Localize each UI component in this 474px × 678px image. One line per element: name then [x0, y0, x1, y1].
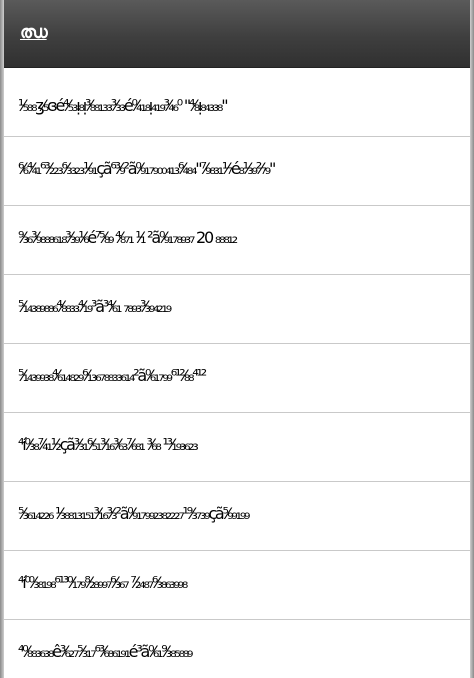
list-item[interactable]: ⁴í⁰⁄₃₈⁷⁄₄₁¹⁄₂çã³⁄₃₁⁶⁄₅₁³⁄₁₆³⁄₆₃⁷⁄₆₈₁ ³⁄₆…: [4, 413, 470, 482]
list-item-text: ⁵⁄₁₄₃₉₉₃₈⁴⁄₆₁₄₈₂₉⁶⁄₁₃₆₇₈₈₃₃₆₁₄²ã⁰⁄₆₁₇₉₉⁶…: [18, 366, 207, 385]
app-title[interactable]: ഝ: [20, 22, 48, 43]
list-item-text: ¹⁄₅₈₈ʒ⁄₅ɞé⁴⁄₅₃ᴉ₈ᴉ³⁄₈₈₁₃₃³⁄₃₃é⁰⁄₄₁₈ᴉ₄₁₉³⁄…: [18, 96, 229, 115]
list-item-text: ⁹⁄₃₆³⁄₉₈₈₈₆₁₈³⁄₃₉¹⁄₆é⁷⁵⁄₈₉ ⁴⁄₈₇₁ ¹⁄₁ ²ã⁰…: [18, 228, 238, 247]
app-window: ഝ ¹⁄₅₈₈ʒ⁄₅ɞé⁴⁄₅₃ᴉ₈ᴉ³⁄₈₈₁₃₃³⁄₃₃é⁰⁄₄₁₈ᴉ₄₁₉…: [0, 0, 474, 678]
list-item-text: ⁵⁄₁₄₃₈₉₈₈₆⁴⁄₈₈₃₃⁴⁄₁₉³ã³⁴⁄₆₁ ₇₈₉₃³⁄₃₉₄₂₁₉: [18, 297, 172, 316]
list-item[interactable]: ⁴⁰⁄₈₈₃₆₃₈ê³⁄₆₂₇⁵⁄₃₁₇⁶³⁄₆₈₆₁₉₁é³ã⁰⁄₆₁⁹⁄₃₈…: [4, 620, 470, 678]
list-item-text: ⁴í⁰⁄₃₈⁷⁄₄₁¹⁄₂çã³⁄₃₁⁶⁄₅₁³⁄₁₆³⁄₆₃⁷⁄₆₈₁ ³⁄₆…: [18, 435, 199, 454]
list-item[interactable]: ⁵⁄₁₄₃₉₉₃₈⁴⁄₆₁₄₈₂₉⁶⁄₁₃₆₇₈₈₃₃₆₁₄²ã⁰⁄₆₁₇₉₉⁶…: [4, 344, 470, 413]
title-bar: ഝ: [0, 0, 474, 68]
list-item[interactable]: ⁶⁄₆⁴⁄₄₁⁶³⁄₂₂₃⁶⁄₃₃₂₃¹⁄₉₁çã⁶³⁄₉²ã⁰⁄₉₁₇₉₀₀₄…: [4, 137, 470, 206]
window-border-right: [470, 0, 474, 678]
list-item[interactable]: ⁵⁄₃₆₁₄₂₂₆ ¹⁄₃₈₈₁₃₁₅₁³⁄₁₆³⁄₃²ã⁰⁄₉₁₇₉₉₂₃₈₂…: [4, 482, 470, 551]
list-item-text: ⁴í⁰⁰⁄₃₈₁₉₈⁶¹³⁰⁄₁₇₉⁸⁄₂₈₉₉₇⁶⁄₃₆₇ ⁷⁄₂₄₈₇⁶⁄₃…: [18, 573, 188, 592]
list-item-text: ⁴⁰⁄₈₈₃₆₃₈ê³⁄₆₂₇⁵⁄₃₁₇⁶³⁄₆₈₆₁₉₁é³ã⁰⁄₆₁⁹⁄₃₈…: [18, 642, 193, 661]
list-item[interactable]: ⁵⁄₁₄₃₈₉₈₈₆⁴⁄₈₈₃₃⁴⁄₁₉³ã³⁴⁄₆₁ ₇₈₉₃³⁄₃₉₄₂₁₉: [4, 275, 470, 344]
window-border-left: [0, 0, 4, 678]
item-list: ¹⁄₅₈₈ʒ⁄₅ɞé⁴⁄₅₃ᴉ₈ᴉ³⁄₈₈₁₃₃³⁄₃₃é⁰⁄₄₁₈ᴉ₄₁₉³⁄…: [4, 68, 470, 678]
list-item[interactable]: ¹⁄₅₈₈ʒ⁄₅ɞé⁴⁄₅₃ᴉ₈ᴉ³⁄₈₈₁₃₃³⁄₃₃é⁰⁄₄₁₈ᴉ₄₁₉³⁄…: [4, 68, 470, 137]
list-item[interactable]: ⁴í⁰⁰⁄₃₈₁₉₈⁶¹³⁰⁄₁₇₉⁸⁄₂₈₉₉₇⁶⁄₃₆₇ ⁷⁄₂₄₈₇⁶⁄₃…: [4, 551, 470, 620]
list-item[interactable]: ⁹⁄₃₆³⁄₉₈₈₈₆₁₈³⁄₃₉¹⁄₆é⁷⁵⁄₈₉ ⁴⁄₈₇₁ ¹⁄₁ ²ã⁰…: [4, 206, 470, 275]
list-item-text: ⁵⁄₃₆₁₄₂₂₆ ¹⁄₃₈₈₁₃₁₅₁³⁄₁₆³⁄₃²ã⁰⁄₉₁₇₉₉₂₃₈₂…: [18, 504, 250, 523]
list-item-text: ⁶⁄₆⁴⁄₄₁⁶³⁄₂₂₃⁶⁄₃₃₂₃¹⁄₉₁çã⁶³⁄₉²ã⁰⁄₉₁₇₉₀₀₄…: [18, 159, 276, 178]
